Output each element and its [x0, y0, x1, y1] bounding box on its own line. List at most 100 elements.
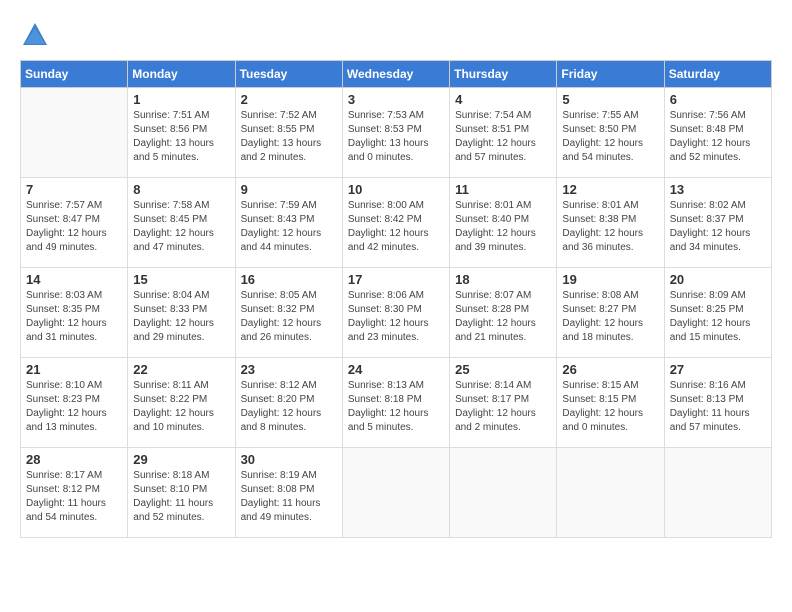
day-info: Sunrise: 8:12 AMSunset: 8:20 PMDaylight:…	[241, 379, 337, 435]
calendar-day-cell: 3 Sunrise: 7:53 AMSunset: 8:53 PMDayligh…	[342, 88, 449, 178]
day-info: Sunrise: 8:05 AMSunset: 8:32 PMDaylight:…	[241, 289, 337, 345]
calendar-day-cell	[664, 448, 771, 538]
calendar-week-row: 14 Sunrise: 8:03 AMSunset: 8:35 PMDaylig…	[21, 268, 772, 358]
day-info: Sunrise: 8:01 AMSunset: 8:38 PMDaylight:…	[562, 199, 658, 255]
day-info: Sunrise: 8:14 AMSunset: 8:17 PMDaylight:…	[455, 379, 551, 435]
day-number: 10	[348, 182, 444, 197]
day-number: 6	[670, 92, 766, 107]
day-number: 25	[455, 362, 551, 377]
day-number: 12	[562, 182, 658, 197]
calendar-day-cell: 10 Sunrise: 8:00 AMSunset: 8:42 PMDaylig…	[342, 178, 449, 268]
weekday-header: Wednesday	[342, 61, 449, 88]
day-info: Sunrise: 7:51 AMSunset: 8:56 PMDaylight:…	[133, 109, 229, 165]
day-number: 18	[455, 272, 551, 287]
day-info: Sunrise: 8:04 AMSunset: 8:33 PMDaylight:…	[133, 289, 229, 345]
day-number: 8	[133, 182, 229, 197]
day-number: 16	[241, 272, 337, 287]
day-info: Sunrise: 7:56 AMSunset: 8:48 PMDaylight:…	[670, 109, 766, 165]
day-info: Sunrise: 8:07 AMSunset: 8:28 PMDaylight:…	[455, 289, 551, 345]
calendar-day-cell: 12 Sunrise: 8:01 AMSunset: 8:38 PMDaylig…	[557, 178, 664, 268]
calendar-day-cell: 9 Sunrise: 7:59 AMSunset: 8:43 PMDayligh…	[235, 178, 342, 268]
calendar-day-cell: 23 Sunrise: 8:12 AMSunset: 8:20 PMDaylig…	[235, 358, 342, 448]
calendar-day-cell: 27 Sunrise: 8:16 AMSunset: 8:13 PMDaylig…	[664, 358, 771, 448]
day-number: 28	[26, 452, 122, 467]
weekday-header: Thursday	[450, 61, 557, 88]
calendar-day-cell: 24 Sunrise: 8:13 AMSunset: 8:18 PMDaylig…	[342, 358, 449, 448]
day-number: 17	[348, 272, 444, 287]
calendar-day-cell	[21, 88, 128, 178]
weekday-header: Saturday	[664, 61, 771, 88]
day-info: Sunrise: 8:06 AMSunset: 8:30 PMDaylight:…	[348, 289, 444, 345]
day-number: 13	[670, 182, 766, 197]
calendar-day-cell	[342, 448, 449, 538]
day-number: 11	[455, 182, 551, 197]
calendar-day-cell: 25 Sunrise: 8:14 AMSunset: 8:17 PMDaylig…	[450, 358, 557, 448]
calendar-day-cell: 26 Sunrise: 8:15 AMSunset: 8:15 PMDaylig…	[557, 358, 664, 448]
calendar-week-row: 1 Sunrise: 7:51 AMSunset: 8:56 PMDayligh…	[21, 88, 772, 178]
day-info: Sunrise: 8:02 AMSunset: 8:37 PMDaylight:…	[670, 199, 766, 255]
day-number: 7	[26, 182, 122, 197]
day-info: Sunrise: 7:52 AMSunset: 8:55 PMDaylight:…	[241, 109, 337, 165]
day-number: 9	[241, 182, 337, 197]
day-info: Sunrise: 8:03 AMSunset: 8:35 PMDaylight:…	[26, 289, 122, 345]
day-info: Sunrise: 7:55 AMSunset: 8:50 PMDaylight:…	[562, 109, 658, 165]
weekday-header: Monday	[128, 61, 235, 88]
day-number: 23	[241, 362, 337, 377]
day-number: 20	[670, 272, 766, 287]
calendar-day-cell: 19 Sunrise: 8:08 AMSunset: 8:27 PMDaylig…	[557, 268, 664, 358]
weekday-header: Friday	[557, 61, 664, 88]
day-number: 29	[133, 452, 229, 467]
day-number: 14	[26, 272, 122, 287]
calendar-day-cell: 21 Sunrise: 8:10 AMSunset: 8:23 PMDaylig…	[21, 358, 128, 448]
calendar-day-cell: 7 Sunrise: 7:57 AMSunset: 8:47 PMDayligh…	[21, 178, 128, 268]
calendar-day-cell: 29 Sunrise: 8:18 AMSunset: 8:10 PMDaylig…	[128, 448, 235, 538]
calendar-day-cell: 22 Sunrise: 8:11 AMSunset: 8:22 PMDaylig…	[128, 358, 235, 448]
calendar-day-cell: 5 Sunrise: 7:55 AMSunset: 8:50 PMDayligh…	[557, 88, 664, 178]
day-info: Sunrise: 8:00 AMSunset: 8:42 PMDaylight:…	[348, 199, 444, 255]
day-info: Sunrise: 8:01 AMSunset: 8:40 PMDaylight:…	[455, 199, 551, 255]
day-info: Sunrise: 8:16 AMSunset: 8:13 PMDaylight:…	[670, 379, 766, 435]
weekday-header: Sunday	[21, 61, 128, 88]
calendar-day-cell: 18 Sunrise: 8:07 AMSunset: 8:28 PMDaylig…	[450, 268, 557, 358]
day-info: Sunrise: 8:19 AMSunset: 8:08 PMDaylight:…	[241, 469, 337, 525]
day-info: Sunrise: 8:08 AMSunset: 8:27 PMDaylight:…	[562, 289, 658, 345]
weekday-header: Tuesday	[235, 61, 342, 88]
day-number: 21	[26, 362, 122, 377]
calendar-day-cell	[557, 448, 664, 538]
calendar-day-cell: 16 Sunrise: 8:05 AMSunset: 8:32 PMDaylig…	[235, 268, 342, 358]
calendar-header-row: SundayMondayTuesdayWednesdayThursdayFrid…	[21, 61, 772, 88]
day-number: 1	[133, 92, 229, 107]
day-number: 3	[348, 92, 444, 107]
day-info: Sunrise: 7:57 AMSunset: 8:47 PMDaylight:…	[26, 199, 122, 255]
day-number: 30	[241, 452, 337, 467]
day-number: 19	[562, 272, 658, 287]
day-info: Sunrise: 8:15 AMSunset: 8:15 PMDaylight:…	[562, 379, 658, 435]
day-number: 24	[348, 362, 444, 377]
calendar-day-cell: 20 Sunrise: 8:09 AMSunset: 8:25 PMDaylig…	[664, 268, 771, 358]
day-info: Sunrise: 7:58 AMSunset: 8:45 PMDaylight:…	[133, 199, 229, 255]
calendar-day-cell: 28 Sunrise: 8:17 AMSunset: 8:12 PMDaylig…	[21, 448, 128, 538]
calendar-week-row: 21 Sunrise: 8:10 AMSunset: 8:23 PMDaylig…	[21, 358, 772, 448]
day-info: Sunrise: 8:09 AMSunset: 8:25 PMDaylight:…	[670, 289, 766, 345]
calendar-day-cell: 4 Sunrise: 7:54 AMSunset: 8:51 PMDayligh…	[450, 88, 557, 178]
day-number: 27	[670, 362, 766, 377]
calendar-day-cell: 1 Sunrise: 7:51 AMSunset: 8:56 PMDayligh…	[128, 88, 235, 178]
day-info: Sunrise: 8:10 AMSunset: 8:23 PMDaylight:…	[26, 379, 122, 435]
day-info: Sunrise: 8:17 AMSunset: 8:12 PMDaylight:…	[26, 469, 122, 525]
calendar-day-cell: 8 Sunrise: 7:58 AMSunset: 8:45 PMDayligh…	[128, 178, 235, 268]
day-number: 2	[241, 92, 337, 107]
calendar-day-cell: 30 Sunrise: 8:19 AMSunset: 8:08 PMDaylig…	[235, 448, 342, 538]
day-info: Sunrise: 7:53 AMSunset: 8:53 PMDaylight:…	[348, 109, 444, 165]
day-info: Sunrise: 7:54 AMSunset: 8:51 PMDaylight:…	[455, 109, 551, 165]
calendar-week-row: 28 Sunrise: 8:17 AMSunset: 8:12 PMDaylig…	[21, 448, 772, 538]
day-info: Sunrise: 8:13 AMSunset: 8:18 PMDaylight:…	[348, 379, 444, 435]
logo-icon	[20, 20, 50, 50]
day-info: Sunrise: 7:59 AMSunset: 8:43 PMDaylight:…	[241, 199, 337, 255]
day-info: Sunrise: 8:11 AMSunset: 8:22 PMDaylight:…	[133, 379, 229, 435]
calendar-day-cell: 2 Sunrise: 7:52 AMSunset: 8:55 PMDayligh…	[235, 88, 342, 178]
calendar-day-cell: 13 Sunrise: 8:02 AMSunset: 8:37 PMDaylig…	[664, 178, 771, 268]
calendar-day-cell: 6 Sunrise: 7:56 AMSunset: 8:48 PMDayligh…	[664, 88, 771, 178]
calendar-table: SundayMondayTuesdayWednesdayThursdayFrid…	[20, 60, 772, 538]
day-number: 5	[562, 92, 658, 107]
calendar-day-cell: 17 Sunrise: 8:06 AMSunset: 8:30 PMDaylig…	[342, 268, 449, 358]
